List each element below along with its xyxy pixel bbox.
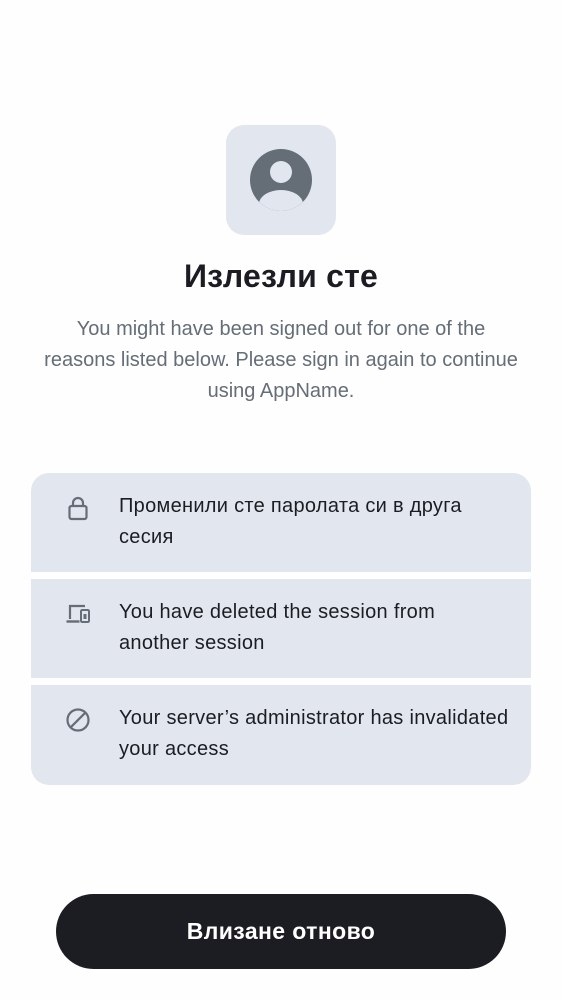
reason-text: You have deleted the session from anothe… bbox=[119, 601, 436, 654]
reason-item-access-invalidated: Your server’s administrator has invalida… bbox=[31, 685, 531, 785]
lock-icon bbox=[68, 496, 88, 521]
sign-in-again-button[interactable]: Влизане отново bbox=[56, 894, 506, 969]
block-icon bbox=[66, 708, 90, 732]
reason-text: Променили сте паролата си в друга сесия bbox=[119, 495, 462, 548]
devices-icon bbox=[66, 604, 90, 623]
page-subtitle: You might have been signed out for one o… bbox=[44, 318, 518, 402]
reason-text: Your server’s administrator has invalida… bbox=[119, 707, 509, 760]
reason-item-session-deleted: You have deleted the session from anothe… bbox=[31, 579, 531, 678]
hero-icon-container bbox=[226, 125, 336, 235]
page-title: Излезли сте bbox=[183, 258, 379, 294]
reason-item-password-changed: Променили сте паролата си в друга сесия bbox=[31, 473, 531, 572]
user-profile-icon bbox=[250, 149, 312, 211]
reasons-list: Променили сте паролата си в друга сесия … bbox=[31, 473, 531, 785]
signed-out-screen: Излезли сте You might have been signed o… bbox=[0, 0, 562, 1000]
